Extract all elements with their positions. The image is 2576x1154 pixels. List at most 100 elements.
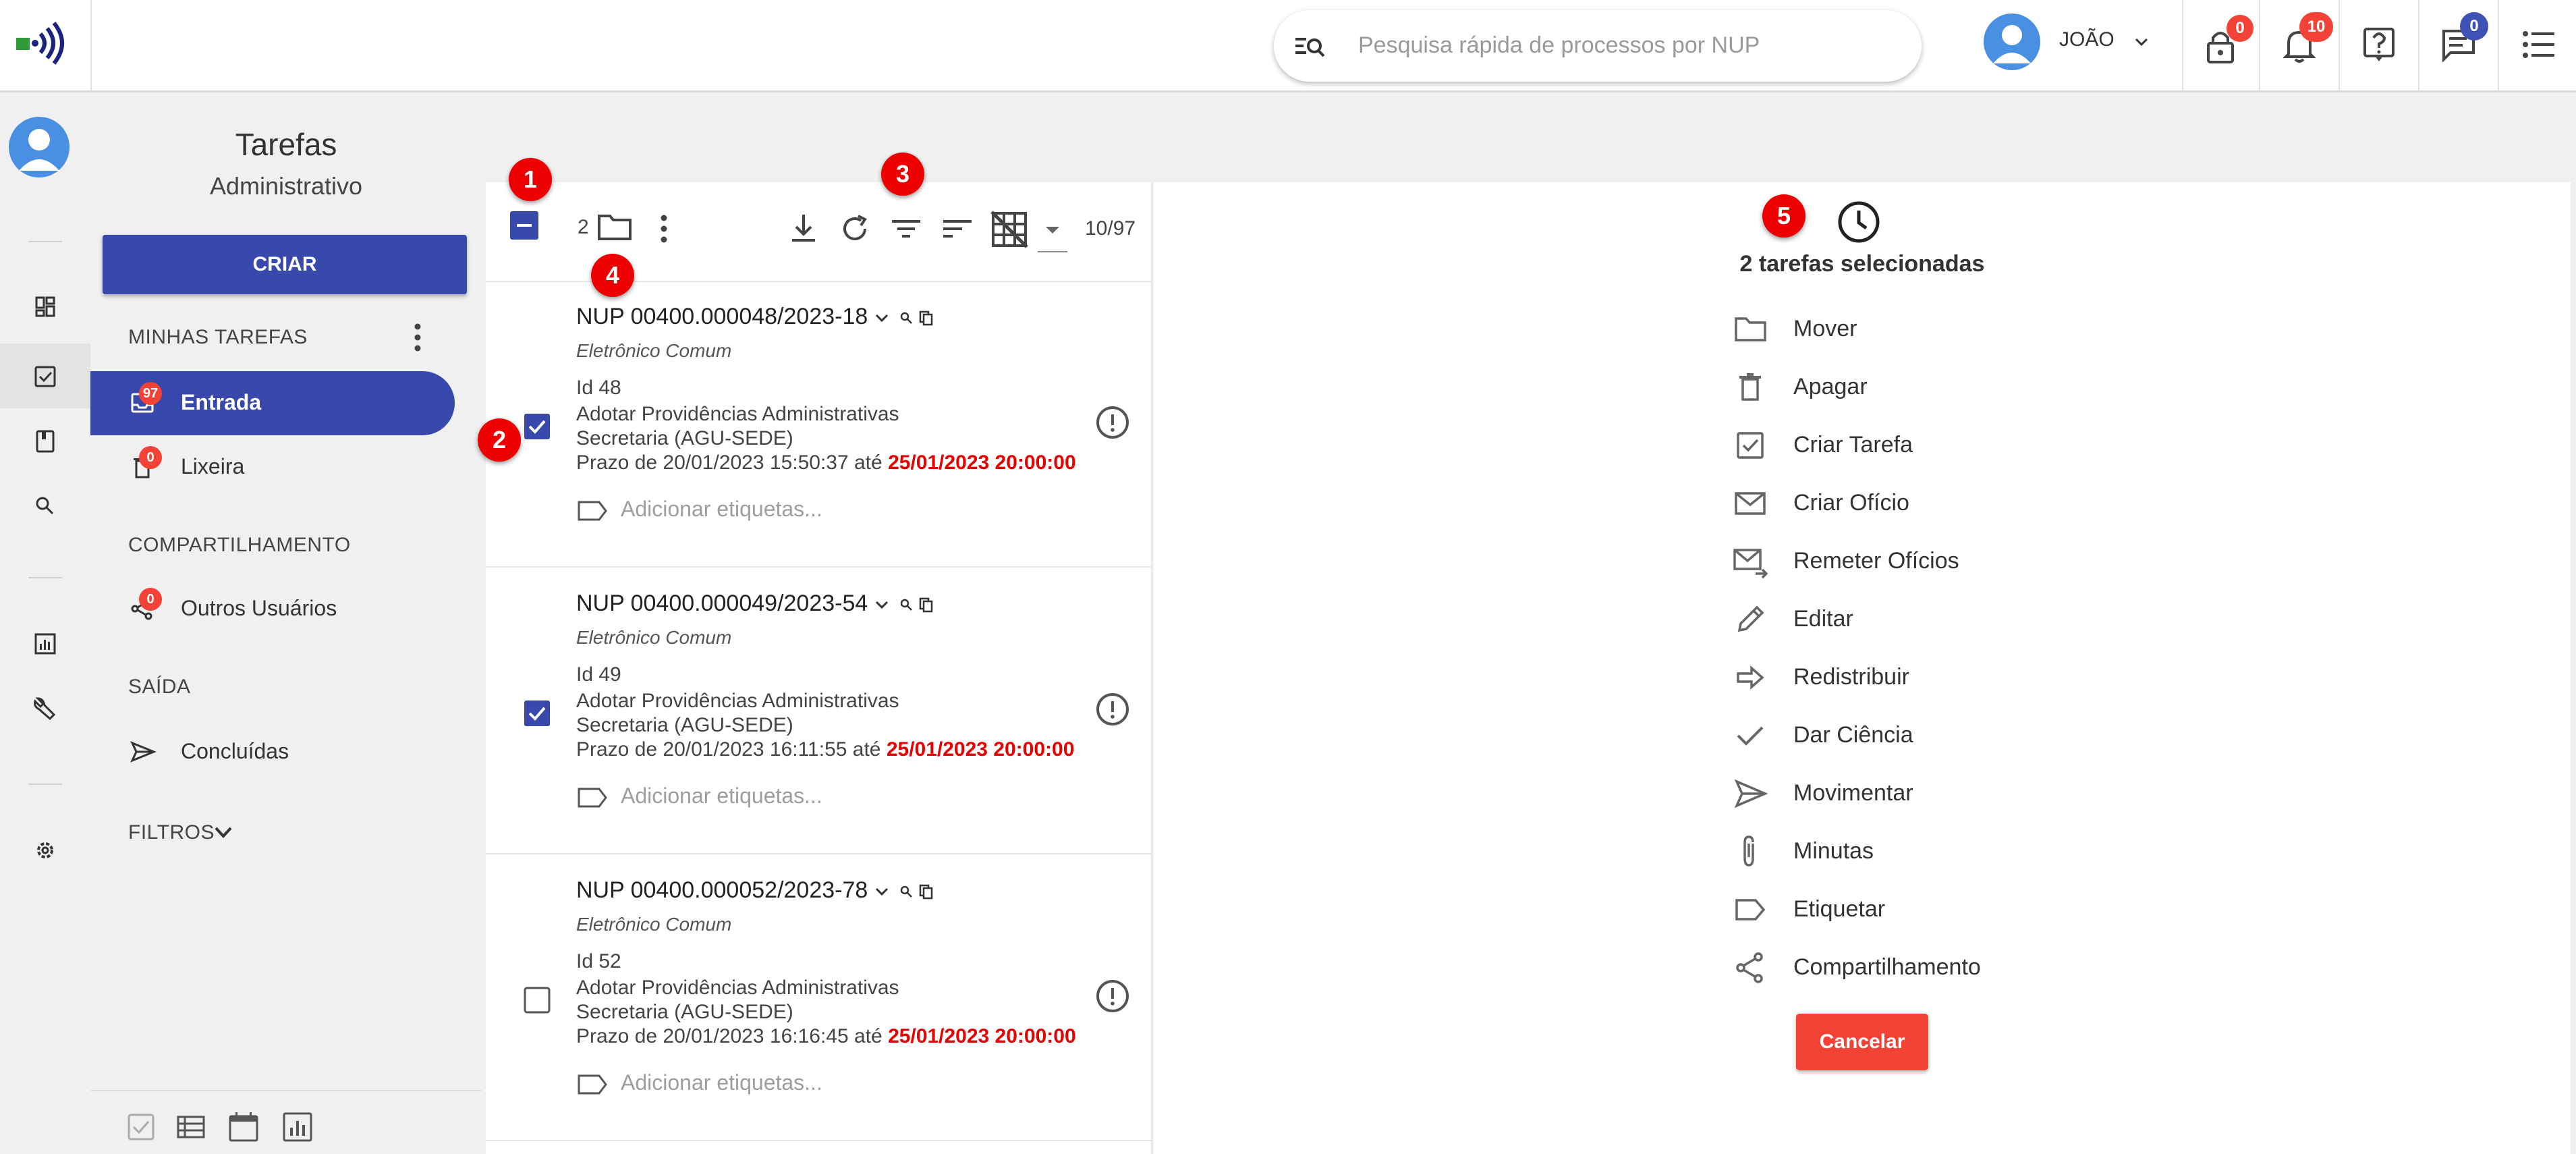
page-size-select[interactable]: [1038, 211, 1067, 252]
task-checkbox[interactable]: [524, 413, 551, 440]
alert-icon[interactable]: [1094, 404, 1131, 441]
chart-icon[interactable]: [27, 626, 63, 662]
action-compartilhamento[interactable]: Compartilhamento: [1733, 943, 2070, 991]
gear-icon[interactable]: [27, 832, 63, 869]
copy-icon[interactable]: [918, 309, 935, 327]
chevron-down-icon[interactable]: [873, 596, 891, 613]
action-criar-oficio[interactable]: Criar Ofício: [1733, 479, 2070, 526]
rail-divider: [28, 577, 62, 578]
tasks-icon[interactable]: [27, 358, 63, 395]
action-label: Mover: [1793, 316, 1857, 341]
top-bar: Pesquisa rápida de processos por NUP JOÃ…: [0, 0, 2576, 92]
deadline-end: 25/01/2023 20:00:00: [888, 451, 1076, 474]
action-label: Dar Ciência: [1793, 722, 1913, 748]
sidebar-item-lixeira[interactable]: 0 Lixeira: [90, 435, 455, 499]
task-nup[interactable]: NUP 00400.000052/2023-78: [576, 877, 935, 904]
book-icon[interactable]: [27, 423, 63, 460]
action-movimentar[interactable]: Movimentar: [1733, 769, 2070, 817]
search-icon[interactable]: [899, 310, 914, 325]
chevron-down-icon[interactable]: [873, 883, 891, 900]
task-nup[interactable]: NUP 00400.000049/2023-54: [576, 590, 935, 617]
refresh-icon[interactable]: [838, 212, 872, 246]
sidebar-item-entrada[interactable]: 97 Entrada: [90, 371, 455, 435]
action-minutas[interactable]: Minutas: [1733, 827, 2070, 875]
task-checkbox[interactable]: [524, 987, 551, 1014]
rail-divider: [28, 241, 62, 242]
action-redistribuir[interactable]: Redistribuir: [1733, 653, 2070, 700]
user-name[interactable]: JOÃO: [2059, 28, 2115, 51]
wrench-icon[interactable]: [27, 689, 63, 725]
nup-text: NUP 00400.000052/2023-78: [576, 877, 868, 903]
create-button[interactable]: CRIAR: [103, 235, 467, 294]
clock-icon: [1838, 201, 1880, 243]
search-input[interactable]: Pesquisa rápida de processos por NUP: [1358, 32, 1760, 59]
folder-icon[interactable]: [596, 212, 633, 243]
lock-count-badge: 0: [2227, 15, 2253, 42]
search-list-icon: [1295, 38, 1325, 57]
search-bar[interactable]: Pesquisa rápida de processos por NUP: [1274, 10, 1922, 82]
tags-placeholder: Adicionar etiquetas...: [621, 784, 822, 808]
sort-icon[interactable]: [941, 212, 974, 246]
chevron-down-icon[interactable]: [2132, 32, 2151, 51]
sidebar-item-outros-usuarios[interactable]: 0 Outros Usuários: [90, 577, 455, 641]
chart-icon[interactable]: [281, 1110, 314, 1144]
task-checkbox[interactable]: [524, 700, 551, 727]
search-icon[interactable]: [27, 488, 63, 524]
action-dar-ciencia[interactable]: Dar Ciência: [1733, 711, 2070, 759]
calendar-icon[interactable]: [227, 1110, 260, 1144]
filter-icon[interactable]: [889, 212, 923, 246]
bulk-actions-panel: 2 tarefas selecionadas Mover Apagar Criar …: [1154, 182, 2571, 1154]
avatar[interactable]: [1984, 13, 2040, 70]
action-mover[interactable]: Mover: [1733, 305, 2070, 352]
add-tags-input[interactable]: Adicionar etiquetas...: [576, 1070, 822, 1096]
add-tags-input[interactable]: Adicionar etiquetas...: [576, 784, 822, 809]
annotation-marker-4: 4: [591, 254, 634, 297]
copy-icon[interactable]: [918, 883, 935, 900]
copy-icon[interactable]: [918, 596, 935, 613]
task-card[interactable]: NUP 00400.000048/2023-18 Eletrônico Comum…: [486, 281, 1151, 568]
pencil-icon: [1737, 605, 1764, 632]
more-vert-icon[interactable]: [654, 211, 673, 247]
sidebar-item-concluidas[interactable]: Concluídas: [90, 720, 455, 784]
help-icon[interactable]: [2363, 27, 2395, 63]
annotation-marker-5: 5: [1762, 194, 1805, 238]
task-nup[interactable]: NUP 00400.000048/2023-18: [576, 304, 935, 330]
label-icon: [578, 501, 607, 521]
task-type: Eletrônico Comum: [576, 914, 732, 935]
deadline-start: Prazo de 20/01/2023 15:50:37 até: [576, 451, 883, 474]
dashboard-icon[interactable]: [27, 288, 63, 325]
add-tags-input[interactable]: Adicionar etiquetas...: [576, 497, 822, 522]
action-etiquetar[interactable]: Etiquetar: [1733, 885, 2070, 933]
action-apagar[interactable]: Apagar: [1733, 363, 2070, 410]
action-criar-tarefa[interactable]: Criar Tarefa: [1733, 421, 2070, 468]
more-vert-icon[interactable]: [408, 321, 428, 354]
cancel-button[interactable]: Cancelar: [1796, 1014, 1928, 1070]
download-icon[interactable]: [788, 212, 819, 246]
alert-icon[interactable]: [1094, 978, 1131, 1014]
menu-list-icon[interactable]: [2522, 30, 2554, 59]
filters-toggle[interactable]: FILTROS: [128, 816, 263, 850]
mail-icon: [1735, 492, 1766, 515]
user-avatar-icon: [1993, 25, 2031, 63]
sidebar-item-label: Lixeira: [181, 454, 245, 478]
search-icon[interactable]: [899, 597, 914, 612]
task-card[interactable]: NUP 00400.000052/2023-78 Eletrônico Comum…: [486, 854, 1151, 1141]
task-card[interactable]: NUP 00400.000049/2023-54 Eletrônico Comum…: [486, 568, 1151, 854]
logo[interactable]: [0, 0, 92, 90]
checklist-view-icon[interactable]: [125, 1111, 157, 1143]
action-remeter-oficios[interactable]: Remeter Ofícios: [1733, 537, 2070, 584]
select-all-checkbox[interactable]: [510, 211, 538, 240]
grid-off-icon[interactable]: [990, 211, 1028, 248]
messages-count-badge: 0: [2460, 12, 2488, 40]
selected-count: 2: [578, 216, 589, 238]
alert-icon[interactable]: [1094, 691, 1131, 727]
action-label: Etiquetar: [1793, 896, 1886, 922]
label-icon: [1735, 899, 1766, 921]
action-editar[interactable]: Editar: [1733, 595, 2070, 642]
chevron-down-icon[interactable]: [873, 309, 891, 327]
table-view-icon[interactable]: [175, 1111, 206, 1143]
rail-avatar[interactable]: [9, 117, 69, 177]
search-icon[interactable]: [899, 884, 914, 899]
action-label: Remeter Ofícios: [1793, 548, 1959, 574]
action-label: Movimentar: [1793, 780, 1913, 806]
